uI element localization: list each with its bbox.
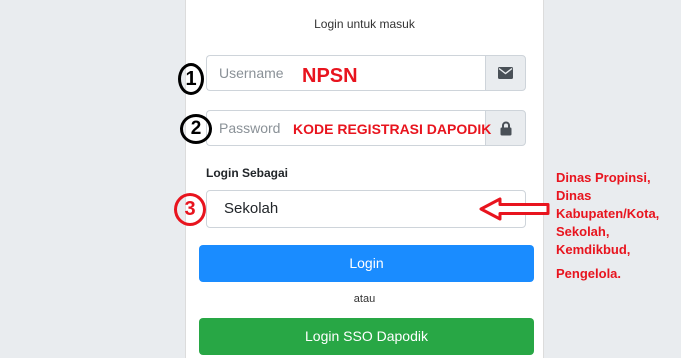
role-option: Kabupaten/Kota,	[556, 206, 660, 221]
step-3-marker: 3	[174, 193, 206, 226]
login-card: Login untuk masuk Username Password Logi…	[185, 0, 544, 358]
password-note: KODE REGISTRASI DAPODIK	[293, 121, 492, 137]
login-as-value: Sekolah	[224, 200, 279, 217]
role-option: Dinas	[556, 188, 592, 203]
envelope-icon	[498, 67, 513, 79]
sso-login-button[interactable]: Login SSO Dapodik	[199, 318, 534, 355]
role-option: Pengelola.	[556, 266, 622, 281]
role-options-note: Dinas Propinsi, Dinas Kabupaten/Kota, Se…	[556, 169, 659, 283]
envelope-addon	[485, 55, 526, 91]
left-arrow-icon	[479, 197, 550, 221]
login-title: Login untuk masuk	[314, 17, 415, 31]
or-text: atau	[353, 293, 376, 305]
role-option: Kemdikbud,	[556, 242, 631, 257]
login-as-label: Login Sebagai	[206, 166, 289, 180]
step-2-marker: 2	[180, 114, 212, 144]
lock-icon	[500, 121, 511, 135]
role-option: Dinas Propinsi,	[556, 170, 651, 185]
step-1-marker: 1	[178, 63, 204, 95]
username-note: NPSN	[302, 65, 358, 87]
role-option: Sekolah,	[556, 224, 610, 239]
login-button[interactable]: Login	[199, 245, 534, 282]
username-group: Username	[206, 55, 526, 91]
